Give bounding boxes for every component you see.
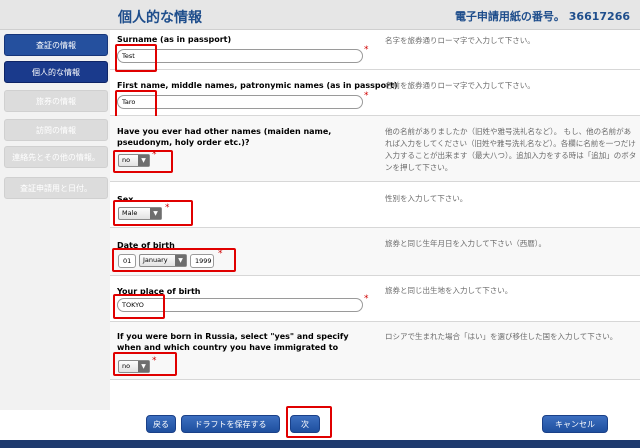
page-header: 個人的な情報 電子申請用紙の番号。 36617266 (0, 0, 640, 30)
sidebar-item-visit-info: 訪問の情報 (4, 119, 108, 141)
form-number: 電子申請用紙の番号。 36617266 (454, 10, 630, 23)
sidebar-item-visa-info[interactable]: 査証の情報 (4, 34, 108, 56)
sidebar-item-personal-info[interactable]: 個人的な情報 (4, 61, 108, 83)
sidebar-item-application-date: 査証申請用と日付。 (4, 177, 108, 199)
required-mark: * (364, 294, 369, 304)
bottom-bar (0, 440, 640, 448)
page-title: 個人的な情報 (118, 10, 202, 26)
highlight-box (286, 406, 332, 438)
other-names-row: Have you ever had other names (maiden na… (110, 116, 640, 182)
highlight-box (112, 248, 236, 272)
highlight-box (115, 44, 157, 72)
highlight-box (113, 294, 165, 319)
first-name-hint: 名前を旅券通りローマ字で入力して下さい。 (385, 81, 535, 90)
required-mark: * (364, 45, 369, 55)
birthplace-hint: 旅券と同じ出生地を入力して下さい。 (385, 286, 513, 295)
russia-label: If you were born in Russia, select "yes"… (117, 332, 349, 352)
russia-hint: ロシアで生まれた場合「はい」を選び移住した国を入力して下さい。 (385, 332, 618, 341)
highlight-box (115, 90, 157, 118)
birthplace-row: Your place of birth TOKYO * 旅券と同じ出生地を入力し… (110, 276, 640, 322)
russia-row: If you were born in Russia, select "yes"… (110, 322, 640, 380)
surname-row: Surname (as in passport) Test * 名字を旅券通りロ… (110, 30, 640, 70)
highlight-box (113, 200, 193, 226)
highlight-box (113, 352, 177, 376)
cancel-button[interactable]: キャンセル (542, 415, 608, 433)
highlight-box (113, 150, 173, 173)
first-name-label: First name, middle names, patronymic nam… (117, 81, 398, 90)
sidebar-item-passport-info: 旅券の情報 (4, 90, 108, 112)
dob-hint: 旅券と同じ生年月日を入力して下さい（西暦）。 (385, 239, 547, 248)
sex-hint: 性別を入力して下さい。 (385, 194, 468, 203)
save-draft-button[interactable]: ドラフトを保存する (181, 415, 280, 433)
required-mark: * (364, 91, 369, 101)
surname-hint: 名字を旅券通りローマ字で入力して下さい。 (385, 36, 535, 45)
sidebar: 査証の情報 個人的な情報 旅券の情報 訪問の情報 連絡先とその他の情報。 査証申… (0, 30, 110, 440)
sidebar-item-contact-info: 連絡先とその他の情報。 (4, 146, 108, 168)
other-names-label: Have you ever had other names (maiden na… (117, 127, 332, 147)
first-name-row: First name, middle names, patronymic nam… (110, 70, 640, 116)
back-button[interactable]: 戻る (146, 415, 176, 433)
other-names-hint: 他の名前がありましたか（旧姓や雅号洗礼名など）。 もし、他の名前があれば入力をし… (385, 127, 637, 172)
